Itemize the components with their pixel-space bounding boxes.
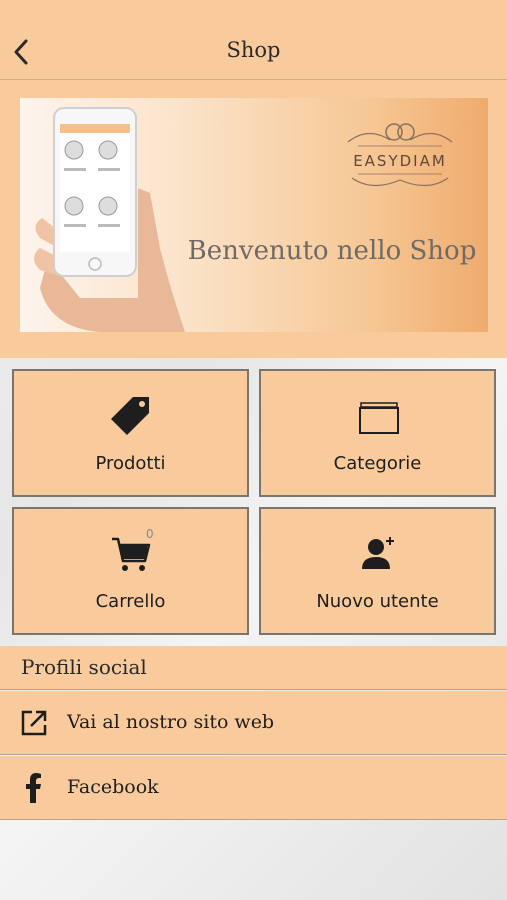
welcome-banner[interactable]: EASYDIAM Benvenuto nello Shop <box>20 98 488 332</box>
tile-label: Prodotti <box>95 453 166 474</box>
phone-in-hand-image <box>34 107 185 332</box>
section-title: Profili social <box>21 655 147 679</box>
add-user-icon <box>361 537 394 569</box>
tile-prodotti[interactable]: Prodotti <box>12 369 249 497</box>
list-item-website[interactable]: Vai al nostro sito web <box>0 691 507 755</box>
menu-grid: Prodotti Categorie 0 Carrello Nuovo uten… <box>0 358 507 646</box>
banner-welcome-text: Benvenuto nello Shop <box>187 236 477 266</box>
navbar: Shop <box>0 0 507 80</box>
page-title: Shop <box>226 38 281 62</box>
social-section-header: Profili social <box>0 646 507 690</box>
tile-label: Nuovo utente <box>316 591 439 612</box>
facebook-icon <box>26 773 41 803</box>
list-item-label: Facebook <box>67 776 159 798</box>
tile-label: Categorie <box>333 453 422 474</box>
tile-nuovo-utente[interactable]: Nuovo utente <box>259 507 496 635</box>
external-link-icon <box>21 710 47 736</box>
header-area: EASYDIAM Benvenuto nello Shop <box>0 80 507 358</box>
list-item-facebook[interactable]: Facebook <box>0 756 507 820</box>
tag-icon <box>110 397 149 435</box>
tile-carrello[interactable]: 0 Carrello <box>12 507 249 635</box>
brand-name: EASYDIAM <box>353 152 447 170</box>
folder-stack-icon <box>358 402 399 434</box>
list-item-label: Vai al nostro sito web <box>67 711 275 733</box>
tile-label: Carrello <box>95 591 166 612</box>
cart-count-badge: 0 <box>146 527 154 541</box>
tile-categorie[interactable]: Categorie <box>259 369 496 497</box>
